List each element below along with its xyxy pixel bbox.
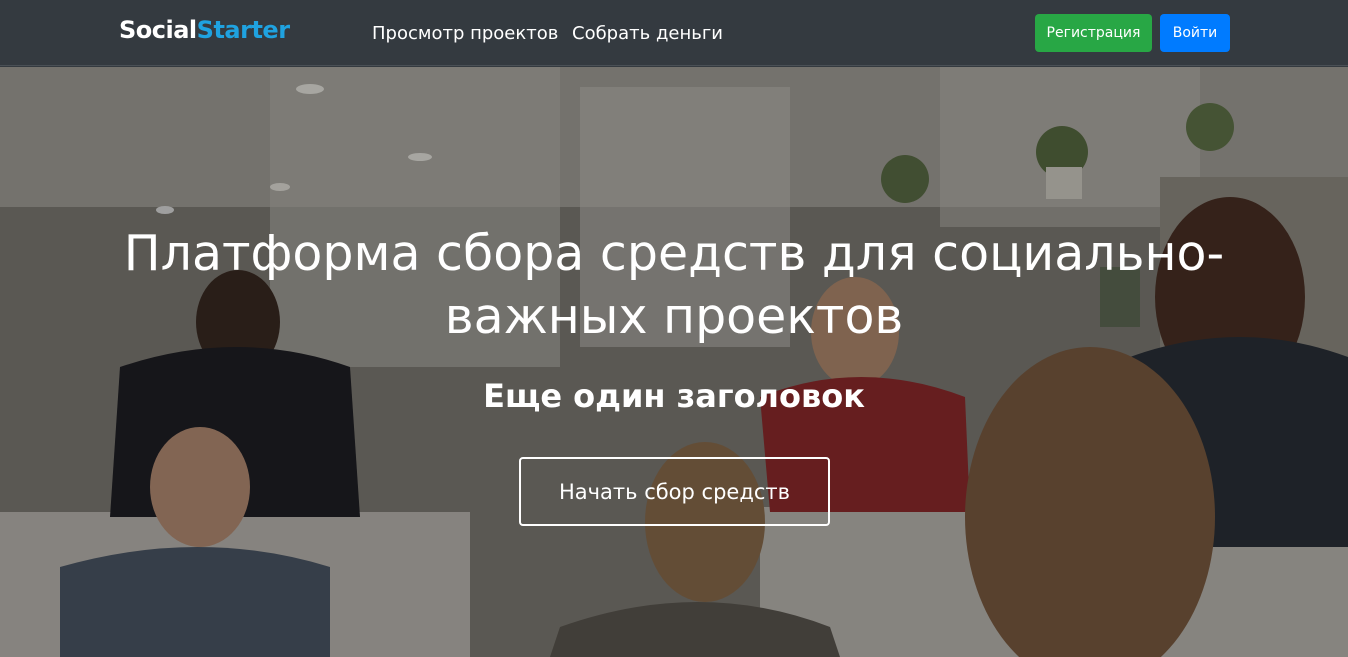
nav-link-browse-projects[interactable]: Просмотр проектов — [372, 23, 558, 44]
hero-subtitle: Еще один заголовок — [483, 377, 865, 415]
start-fundraising-button[interactable]: Начать сбор средств — [519, 457, 830, 526]
hero-title-line2: важных проектов — [444, 288, 904, 345]
hero-section: Платформа сбора средств для социально- в… — [0, 67, 1348, 657]
brand-logo-part2: Starter — [196, 16, 290, 44]
brand-logo[interactable]: SocialStarter — [119, 16, 290, 44]
register-button[interactable]: Регистрация — [1035, 14, 1152, 52]
top-navbar: SocialStarter Просмотр проектов Собрать … — [0, 0, 1348, 66]
nav-link-raise-money[interactable]: Собрать деньги — [572, 23, 723, 44]
hero-title-line1: Платформа сбора средств для социально- — [123, 225, 1225, 282]
hero-title: Платформа сбора средств для социально- в… — [100, 222, 1248, 348]
brand-logo-part1: Social — [119, 16, 197, 44]
hero-dark-overlay — [0, 67, 1348, 657]
login-button[interactable]: Войти — [1160, 14, 1230, 52]
